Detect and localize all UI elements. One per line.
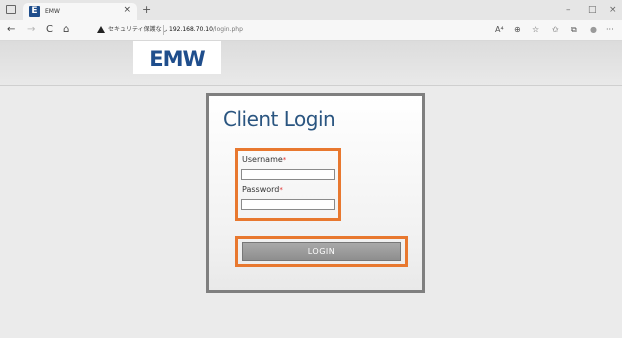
- username-required-marker: *: [282, 156, 287, 164]
- credentials-highlight: Username* Password*: [235, 148, 341, 221]
- login-button-highlight: LOGIN: [235, 236, 408, 267]
- username-label-text: Username: [242, 155, 283, 164]
- profile-icon[interactable]: ●: [590, 24, 597, 36]
- collections-icon[interactable]: ⧉: [571, 24, 577, 36]
- tab-title: EMW: [45, 8, 60, 15]
- url-host: 192.168.70.10: [169, 26, 213, 33]
- maximize-icon[interactable]: □: [588, 3, 597, 17]
- read-aloud-icon[interactable]: A⁴: [495, 24, 504, 36]
- url-path: /login.php: [212, 26, 243, 33]
- reload-icon[interactable]: C: [46, 23, 53, 37]
- forward-icon[interactable]: →: [27, 23, 35, 37]
- add-favorite-icon[interactable]: ☆: [532, 24, 539, 36]
- emw-favicon-icon: E: [29, 6, 40, 17]
- login-button[interactable]: LOGIN: [242, 242, 401, 261]
- browser-tab[interactable]: E EMW ×: [23, 3, 137, 20]
- emw-logo: EMW: [149, 47, 205, 71]
- home-icon[interactable]: ⌂: [63, 23, 69, 37]
- security-status-text[interactable]: セキュリティ保護なし: [108, 24, 168, 36]
- login-title: Client Login: [223, 107, 336, 131]
- favorites-icon[interactable]: ✩: [552, 24, 559, 36]
- back-icon[interactable]: ←: [7, 23, 15, 37]
- address-bar[interactable]: 192.168.70.10/login.php: [169, 24, 243, 36]
- more-options-icon[interactable]: ···: [606, 24, 614, 36]
- client-login-panel: Client Login Username* Password* LOGIN: [206, 93, 425, 293]
- tab-actions-icon[interactable]: [6, 5, 16, 14]
- page-header: EMW: [0, 41, 622, 86]
- password-required-marker: *: [279, 186, 283, 194]
- browser-toolbar: ← → C ⌂ セキュリティ保護なし 192.168.70.10/login.p…: [0, 20, 622, 41]
- minimize-icon[interactable]: –: [566, 3, 571, 17]
- password-label: Password*: [242, 185, 283, 195]
- username-input[interactable]: [241, 169, 335, 180]
- address-separator: [163, 25, 164, 35]
- new-tab-icon[interactable]: +: [142, 3, 151, 17]
- tab-close-icon[interactable]: ×: [123, 5, 131, 16]
- password-label-text: Password: [242, 185, 280, 194]
- immersive-reader-icon[interactable]: ⊕: [514, 24, 521, 36]
- username-label: Username*: [242, 155, 286, 165]
- not-secure-warning-icon[interactable]: [97, 26, 105, 33]
- password-input[interactable]: [241, 199, 335, 210]
- logo-container: EMW: [133, 41, 221, 74]
- close-window-icon[interactable]: ×: [609, 3, 617, 17]
- browser-title-bar: E EMW × + – □ ×: [0, 0, 622, 20]
